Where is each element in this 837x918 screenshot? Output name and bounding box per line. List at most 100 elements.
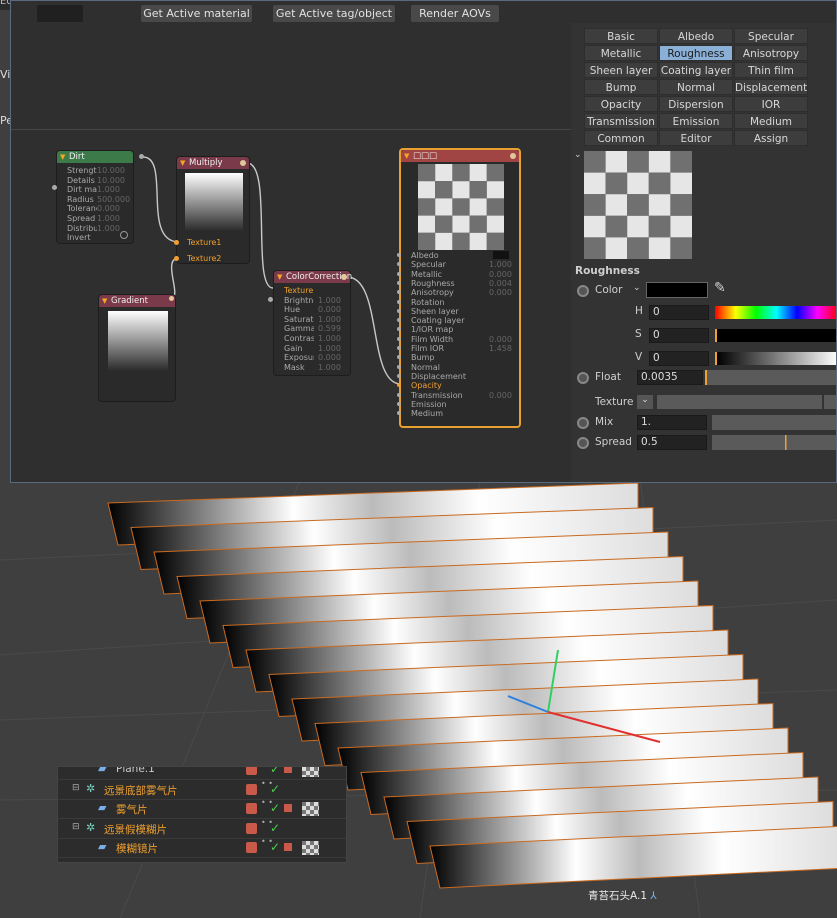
tab-basic[interactable]: Basic — [584, 28, 658, 44]
mix-radio[interactable] — [577, 417, 589, 429]
gradient-node[interactable]: ▼ Gradient — [98, 294, 176, 402]
value-slider[interactable] — [715, 352, 836, 365]
dirt-output-port[interactable] — [139, 154, 144, 159]
gradient-output-port[interactable] — [169, 296, 174, 301]
color-correction-node[interactable]: ▼ ColorCorrection TextureBrightness 1.000… — [273, 270, 352, 376]
tab-sheen-layer[interactable]: Sheen layer — [584, 62, 658, 78]
param-row[interactable]: Sheen layer — [411, 307, 519, 316]
tab-ior[interactable]: IOR — [734, 96, 808, 112]
param-row[interactable]: Distribution1.000 — [67, 224, 127, 233]
material-input-port[interactable] — [397, 299, 401, 304]
tab-metallic[interactable]: Metallic — [584, 45, 658, 61]
tab-normal[interactable]: Normal — [659, 79, 733, 95]
param-row[interactable]: Gamma 0.599 — [284, 324, 348, 333]
param-row[interactable]: Details 10.000 — [67, 176, 127, 185]
color-dropdown-chevron-icon[interactable]: ⌄ — [633, 283, 641, 293]
param-row[interactable]: Hue 0.000 — [284, 305, 348, 314]
material-input-port[interactable] — [397, 401, 401, 406]
float-input[interactable]: 0.0035 — [637, 370, 703, 385]
enabled-check-icon[interactable]: ✓ — [270, 801, 280, 815]
material-input-port[interactable] — [397, 280, 401, 285]
material-input-port[interactable] — [397, 327, 401, 332]
material-input-port[interactable] — [397, 336, 401, 341]
param-row[interactable]: Texture — [284, 286, 348, 295]
object-row[interactable]: ▰ 模糊镜片 • • ✓ — [58, 838, 346, 859]
param-row[interactable]: Displacement — [411, 372, 519, 381]
param-row[interactable]: Metallic 0.000 — [411, 270, 519, 279]
tag-icon[interactable] — [284, 843, 292, 852]
h-input[interactable]: 0 — [649, 305, 709, 320]
material-input-port[interactable] — [397, 318, 401, 323]
material-input-port[interactable] — [397, 373, 401, 378]
eyedropper-icon[interactable]: ✎ — [714, 280, 726, 296]
param-row[interactable]: Dirt map1.000 — [67, 185, 127, 194]
tab-transmission[interactable]: Transmission — [584, 113, 658, 129]
layer-color-swatch[interactable] — [246, 767, 257, 775]
texture1-port[interactable] — [174, 240, 179, 245]
tab-roughness[interactable]: Roughness — [659, 45, 733, 61]
material-input-port[interactable] — [397, 308, 401, 313]
param-row[interactable]: Strength10.000 — [67, 166, 127, 175]
param-row[interactable]: Roughness 0.004 — [411, 279, 519, 288]
tab-displacement[interactable]: Displacement — [734, 79, 808, 95]
mix-input[interactable]: 1. — [637, 415, 707, 430]
object-row[interactable]: ⊟ ✲ 远景假模糊片 • • ✓ — [58, 818, 346, 839]
material-input-port[interactable] — [397, 346, 401, 350]
tab-common[interactable]: Common — [584, 130, 658, 146]
render-aovs-button[interactable]: Render AOVs — [411, 5, 499, 22]
param-row[interactable]: Rotation — [411, 298, 519, 307]
tab-anisotropy[interactable]: Anisotropy — [734, 45, 808, 61]
param-row[interactable]: Specular 1.000 — [411, 260, 519, 269]
saturation-slider[interactable] — [715, 329, 836, 342]
expand-toggle-icon[interactable]: ⊟ — [72, 822, 80, 832]
object-row[interactable]: ▰Plane.1• •✓ — [58, 767, 346, 780]
param-row[interactable]: Anisotropy 0.000 — [411, 288, 519, 297]
param-row[interactable]: 1/IOR map — [411, 325, 519, 334]
mix-slider[interactable] — [712, 415, 836, 430]
dirt-input-port[interactable] — [52, 185, 57, 190]
param-row[interactable]: Opacity — [411, 381, 519, 390]
tab-emission[interactable]: Emission — [659, 113, 733, 129]
material-input-port[interactable] — [397, 383, 401, 388]
get-active-tag-button[interactable]: Get Active tag/object — [273, 5, 395, 22]
v-input[interactable]: 0 — [649, 351, 709, 366]
tab-thin-film-layer[interactable]: Thin film layer — [734, 62, 808, 93]
hue-slider[interactable] — [715, 306, 836, 319]
param-row[interactable]: Exposure 0.000 — [284, 353, 348, 362]
material-input-port[interactable] — [397, 392, 401, 397]
enabled-check-icon[interactable]: ✓ — [270, 821, 280, 835]
param-row[interactable]: Contrast 1.000 — [284, 334, 348, 343]
tab-coating-layer[interactable]: Coating layer — [659, 62, 733, 78]
expand-toggle-icon[interactable]: ⊟ — [72, 783, 80, 793]
get-active-material-button[interactable]: Get Active material — [141, 5, 252, 22]
tag-icon[interactable] — [284, 804, 292, 813]
tab-assign[interactable]: Assign — [734, 130, 808, 146]
layer-color-swatch[interactable] — [246, 842, 257, 854]
texture-field[interactable] — [657, 395, 822, 409]
collapse-chevron-icon[interactable]: ⌄ — [574, 150, 582, 160]
material-tag-thumbnail[interactable] — [302, 841, 319, 856]
albedo-swatch[interactable] — [493, 251, 509, 259]
param-row[interactable]: Invert — [67, 233, 127, 242]
float-radio[interactable] — [577, 372, 589, 384]
material-tag-thumbnail[interactable] — [302, 767, 319, 777]
material-input-port[interactable] — [397, 262, 401, 267]
param-row[interactable]: Medium — [411, 409, 519, 418]
object-row[interactable]: ⊟ ✲ 远景底部雾气片 • • ✓ — [58, 779, 346, 800]
enabled-check-icon[interactable]: ✓ — [270, 782, 280, 796]
param-row[interactable]: Normal — [411, 363, 519, 372]
material-input-port[interactable] — [397, 271, 401, 276]
tag-icon[interactable] — [284, 767, 292, 773]
multiply-node[interactable]: ▼ Multiply Texture1 Texture2 — [176, 156, 250, 264]
texture2-port[interactable] — [174, 256, 179, 261]
param-row[interactable]: Brightness 1.000 — [284, 296, 348, 305]
param-row[interactable]: Gain 1.000 — [284, 344, 348, 353]
param-row[interactable]: Tolerance0.000 — [67, 204, 127, 213]
material-input-port[interactable] — [397, 253, 401, 257]
color-swatch[interactable] — [646, 282, 708, 298]
tab-bump[interactable]: Bump — [584, 79, 658, 95]
material-input-port[interactable] — [397, 355, 401, 360]
param-row[interactable]: Transmission 0.000 — [411, 391, 519, 400]
tab-specular[interactable]: Specular — [734, 28, 808, 44]
tab-editor[interactable]: Editor — [659, 130, 733, 146]
